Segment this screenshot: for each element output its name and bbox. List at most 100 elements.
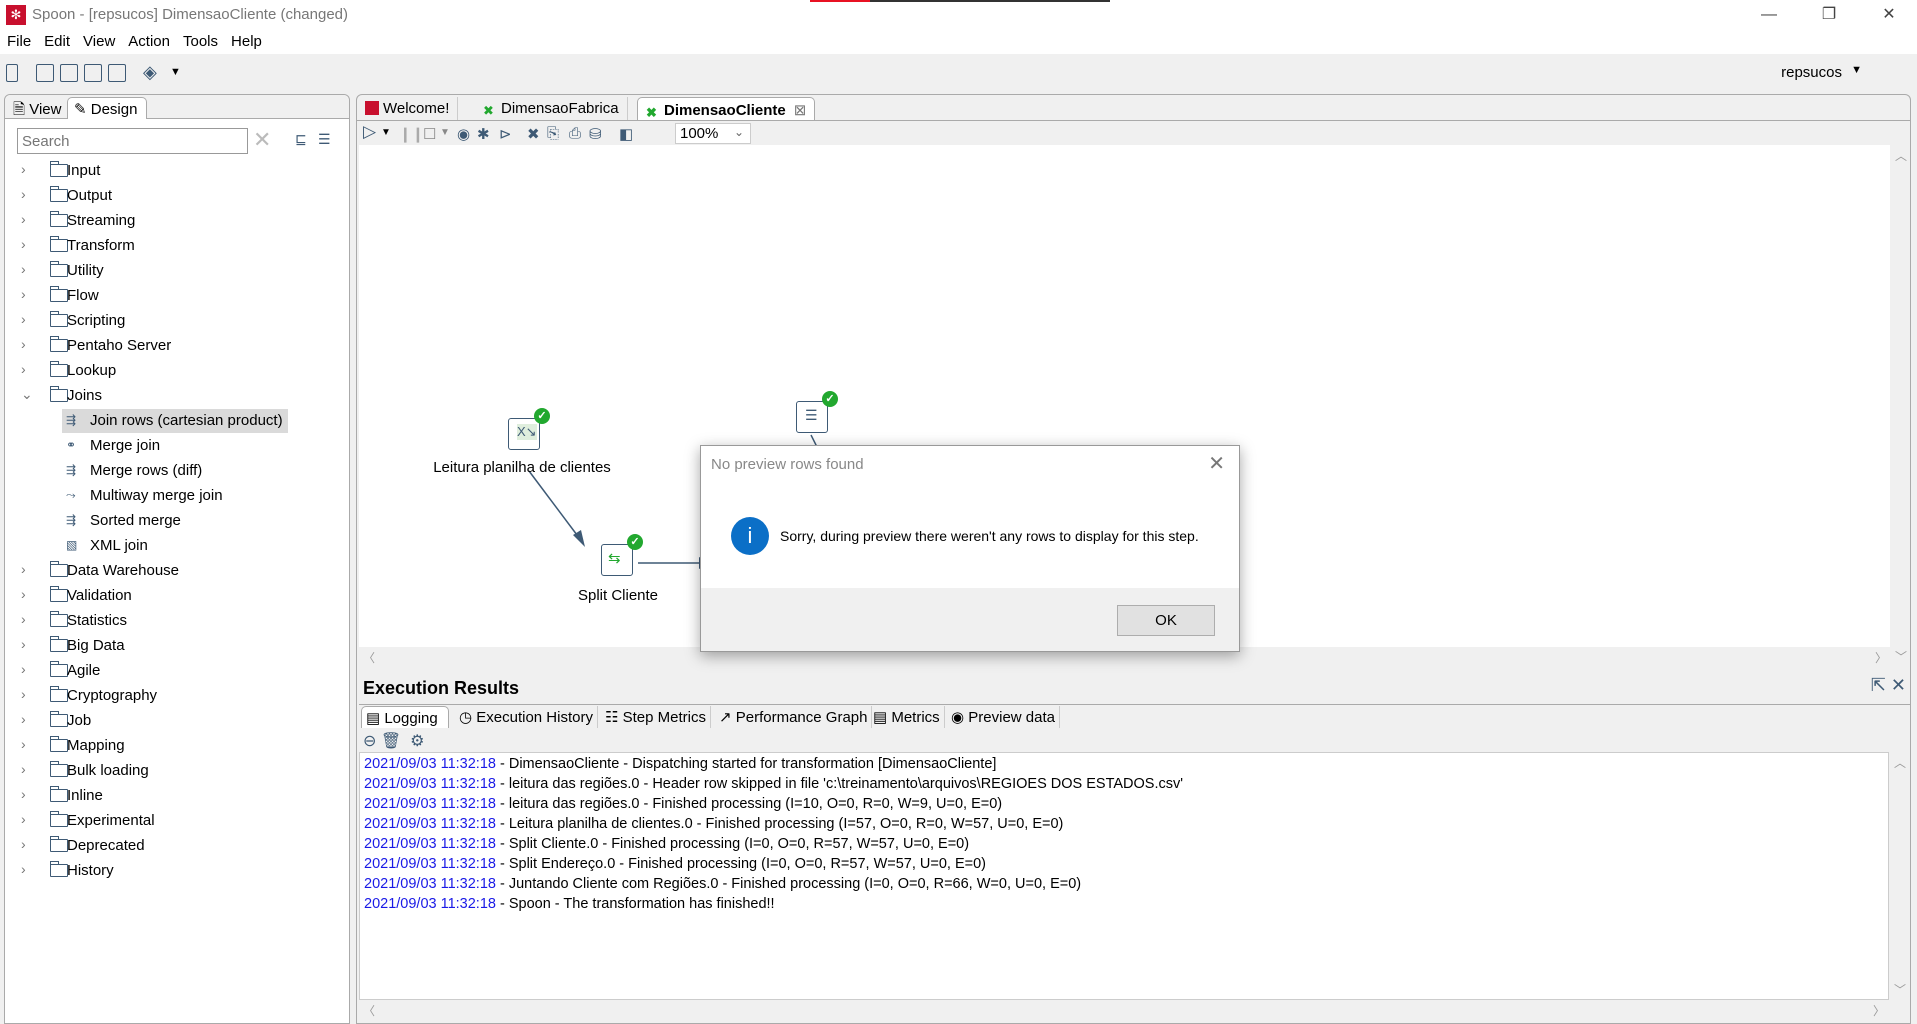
menu-tools[interactable]: Tools [176, 30, 224, 50]
menu-file[interactable]: File [0, 30, 37, 50]
ok-button[interactable]: OK [1117, 605, 1215, 636]
dialog-close-icon[interactable]: ✕ [1208, 451, 1225, 476]
tab-preview-data[interactable]: ◉ Preview data [947, 706, 1060, 728]
minimize-button[interactable]: — [1746, 0, 1792, 30]
chevron-right-icon[interactable]: › [21, 286, 33, 302]
chevron-right-icon[interactable]: › [21, 586, 33, 602]
restore-button[interactable]: ❐ [1806, 0, 1852, 30]
scroll-up-icon[interactable]: ︿ [1894, 754, 1906, 771]
tree-step-item[interactable]: ⇶ Sorted merge [62, 509, 288, 533]
text-file-input-step-icon[interactable]: ☰ [796, 401, 828, 433]
chevron-right-icon[interactable]: › [21, 661, 33, 677]
preview-icon[interactable]: ◉ [457, 125, 470, 143]
chevron-right-icon[interactable]: › [21, 361, 33, 377]
tree-category-mapping[interactable]: › Mapping [5, 734, 345, 758]
tree-category-history[interactable]: › History [5, 859, 345, 883]
save-as-icon[interactable] [108, 64, 126, 82]
stop-icon[interactable]: ☐ [423, 125, 436, 143]
perspective-dropdown-icon[interactable]: ▼ [170, 66, 181, 78]
chevron-right-icon[interactable]: › [21, 686, 33, 702]
collapse-tree-icon[interactable]: ⊑ [295, 131, 307, 148]
show-results-icon[interactable]: ◧ [619, 125, 633, 143]
tab-performance-graph[interactable]: ↗ Performance Graph [715, 706, 873, 728]
tree-step-item[interactable]: ⤳ Multiway merge join [62, 484, 288, 508]
tree-category-streaming[interactable]: › Streaming [5, 209, 345, 233]
verify-icon[interactable]: ✖ [527, 125, 540, 143]
explore-repository-icon[interactable] [60, 64, 78, 82]
tab-metrics[interactable]: ▤ Metrics [869, 706, 945, 728]
close-window-button[interactable]: ✕ [1866, 0, 1912, 30]
tree-step-item[interactable]: ▧ XML join [62, 534, 288, 558]
expand-list-icon[interactable]: ☰ [318, 131, 331, 148]
tree-category-deprecated[interactable]: › Deprecated [5, 834, 345, 858]
tree-category-inline[interactable]: › Inline [5, 784, 345, 808]
tree-category-job[interactable]: › Job [5, 709, 345, 733]
menu-help[interactable]: Help [224, 30, 268, 50]
stop-log-icon[interactable]: ⊖ [363, 733, 376, 750]
step-label[interactable]: Leitura planilha de clientes [433, 459, 611, 476]
search-input[interactable] [17, 128, 248, 154]
chevron-right-icon[interactable]: › [21, 861, 33, 877]
chevron-right-icon[interactable]: › [21, 711, 33, 727]
tree-category-lookup[interactable]: › Lookup [5, 359, 345, 383]
tree-category-data-warehouse[interactable]: › Data Warehouse [5, 559, 345, 583]
tree-category-joins[interactable]: ⌄ Joins [5, 384, 345, 408]
scroll-up-icon[interactable]: ︿ [1895, 147, 1907, 164]
chevron-right-icon[interactable]: › [21, 161, 33, 177]
pause-icon[interactable]: ❙❙ [399, 125, 424, 143]
step-label[interactable]: Split Cliente [578, 587, 658, 604]
tree-category-validation[interactable]: › Validation [5, 584, 345, 608]
chevron-right-icon[interactable]: › [21, 761, 33, 777]
tree-category-utility[interactable]: › Utility [5, 259, 345, 283]
scroll-right-icon[interactable]: 〉 [1875, 649, 1887, 666]
scroll-down-icon[interactable]: ﹀ [1894, 981, 1906, 998]
run-options-dropdown-icon[interactable]: ▼ [381, 127, 391, 138]
tab-welcome[interactable]: Welcome! [357, 97, 459, 121]
impact-icon[interactable]: ⎘ [547, 125, 559, 142]
tree-step-item[interactable]: ⚭ Merge join [62, 434, 288, 458]
maximize-panel-icon[interactable]: ⇱ [1871, 675, 1886, 695]
tree-category-big-data[interactable]: › Big Data [5, 634, 345, 658]
split-fields-step-icon[interactable]: ⇆ [601, 544, 633, 576]
new-file-icon[interactable] [6, 64, 18, 82]
chevron-right-icon[interactable]: › [21, 611, 33, 627]
open-file-icon[interactable] [36, 64, 54, 82]
stop-dropdown-icon[interactable]: ▼ [440, 127, 450, 138]
zoom-select[interactable]: 100% ⌄ [675, 123, 751, 144]
tab-design[interactable]: ✎ Design [67, 97, 147, 119]
log-horizontal-scrollbar[interactable]: 〈〉 [359, 1000, 1889, 1020]
perspective-layers-icon[interactable]: ◈ [143, 62, 157, 83]
scroll-right-icon[interactable]: 〉 [1873, 1002, 1885, 1019]
tree-category-cryptography[interactable]: › Cryptography [5, 684, 345, 708]
chevron-right-icon[interactable]: › [21, 786, 33, 802]
chevron-right-icon[interactable]: › [21, 811, 33, 827]
tree-step-item[interactable]: ⇶ Merge rows (diff) [62, 459, 288, 483]
chevron-right-icon[interactable]: › [21, 736, 33, 752]
tab-execution-history[interactable]: ◷ Execution History [455, 706, 598, 728]
chevron-right-icon[interactable]: › [21, 561, 33, 577]
repository-dropdown-icon[interactable]: ▼ [1851, 64, 1862, 76]
chevron-right-icon[interactable]: › [21, 236, 33, 252]
chevron-right-icon[interactable]: › [21, 311, 33, 327]
close-panel-icon[interactable]: ✕ [1891, 675, 1906, 695]
tab-logging[interactable]: ▤ Logging [361, 706, 449, 728]
chevron-right-icon[interactable]: › [21, 261, 33, 277]
tree-category-flow[interactable]: › Flow [5, 284, 345, 308]
tab-view[interactable]: 🗎 View [7, 97, 67, 119]
tree-category-pentaho-server[interactable]: › Pentaho Server [5, 334, 345, 358]
chevron-right-icon[interactable]: › [21, 836, 33, 852]
log-vertical-scrollbar[interactable]: ︿ ﹀ [1889, 752, 1909, 1000]
chevron-right-icon[interactable]: › [21, 186, 33, 202]
tree-category-scripting[interactable]: › Scripting [5, 309, 345, 333]
repository-name[interactable]: repsucos [1781, 64, 1842, 81]
tree-step-item[interactable]: ⇶ Join rows (cartesian product) [62, 409, 288, 433]
chevron-right-icon[interactable]: › [21, 336, 33, 352]
run-icon[interactable]: ▷ [363, 122, 376, 142]
chevron-right-icon[interactable]: › [21, 636, 33, 652]
chevron-right-icon[interactable]: › [21, 211, 33, 227]
tree-category-bulk-loading[interactable]: › Bulk loading [5, 759, 345, 783]
clear-search-icon[interactable]: ✕ [253, 127, 271, 153]
tree-category-agile[interactable]: › Agile [5, 659, 345, 683]
close-tab-icon[interactable]: ⊠ [794, 102, 807, 119]
save-icon[interactable] [84, 64, 102, 82]
